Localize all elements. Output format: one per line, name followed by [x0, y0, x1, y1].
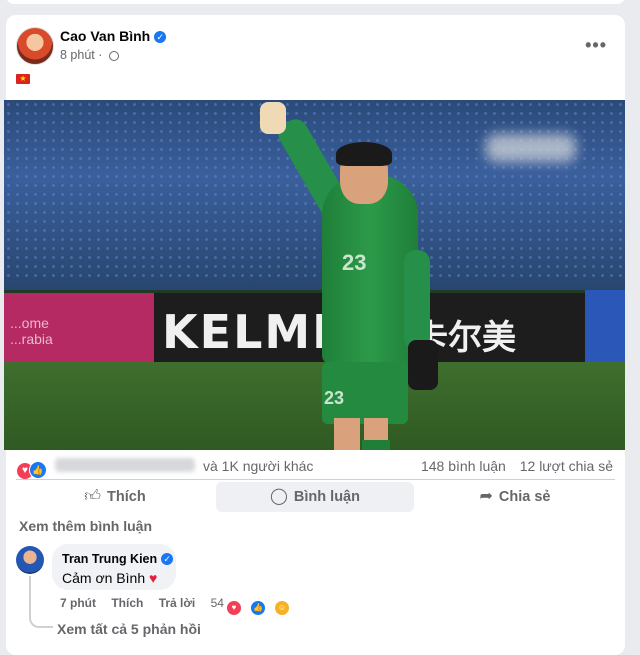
like-reaction-icon[interactable]: 👍 [249, 600, 266, 616]
author-avatar[interactable] [16, 27, 54, 65]
engagement-counts: 148 bình luận 12 lượt chia sẻ [411, 458, 613, 474]
comment-time[interactable]: 7 phút [60, 596, 96, 610]
comment-meta: 7 phút Thích Trả lời 54 ♥ 👍 ☺ [60, 596, 302, 616]
care-reaction-icon[interactable]: ☺ [273, 600, 290, 616]
shares-count[interactable]: 12 lượt chia sẻ [520, 458, 613, 474]
post-time[interactable]: 8 phút [60, 48, 95, 62]
commenter-avatar[interactable] [16, 546, 44, 574]
comment-text: Cảm ơn Bình ♥ [62, 570, 157, 586]
comment-bubble: Tran Trung Kien ✓ Cảm ơn Bình ♥ [52, 544, 176, 590]
share-button-label: Chia sẻ [498, 489, 551, 505]
like-icon: 👍︎ [84, 488, 102, 505]
comment-like-button[interactable]: Thích [111, 596, 143, 610]
post-header: Cao Van Bình ✓ 8 phút · ••• [16, 27, 615, 67]
post-card: Cao Van Bình ✓ 8 phút · ••• ★ ...ome ...ra… [4, 15, 625, 655]
comment-reply-button[interactable]: Trả lời [159, 596, 196, 610]
author-name-text[interactable]: Cao Van Bình [60, 28, 150, 44]
keeper-sock [362, 440, 390, 450]
banner-brand: KELME [162, 305, 346, 359]
keeper-arm [404, 250, 430, 350]
comment-button-label: Bình luận [293, 489, 360, 505]
reactions-others[interactable]: và 1K người khác [203, 458, 313, 474]
more-icon[interactable]: ••• [585, 35, 607, 56]
comment-button[interactable]: ◯ Bình luận [216, 482, 414, 512]
keeper-leg [334, 418, 360, 450]
reactions-bar: ♥ 👍 và 1K người khác 148 bình luận 12 lượ… [16, 457, 615, 480]
reply-thread-line [29, 576, 53, 628]
like-button[interactable]: 👍︎ Thích [16, 482, 214, 512]
share-button[interactable]: ➦ Chia sẻ [416, 482, 614, 512]
keeper-glove-raised [260, 102, 286, 134]
comment-icon: ◯ [270, 488, 288, 505]
comments-count[interactable]: 148 bình luận [421, 458, 506, 474]
commenter-name-text[interactable]: Tran Trung Kien [62, 552, 157, 566]
post-meta: 8 phút · [60, 48, 119, 62]
view-all-replies[interactable]: Xem tất cả 5 phản hồi [57, 621, 201, 637]
post-photo[interactable]: ...ome ...rabia KELME 卡尔美 23 23 [4, 100, 625, 450]
blurred-reactor-name [54, 458, 195, 472]
like-button-label: Thích [107, 489, 146, 505]
comment-reaction-count[interactable]: 54 [211, 596, 224, 610]
verified-icon: ✓ [161, 553, 174, 565]
verified-icon: ✓ [154, 31, 167, 43]
blurred-area [486, 134, 576, 162]
comment-text-body: Cảm ơn Bình [62, 570, 146, 586]
post-actions: 👍︎ Thích ◯ Bình luận ➦ Chia sẻ [16, 479, 615, 512]
pitch [4, 362, 625, 450]
previous-post-card [6, 0, 625, 4]
heart-reaction-icon[interactable]: ♥ [225, 600, 242, 616]
commenter-name[interactable]: Tran Trung Kien ✓ [62, 552, 174, 566]
keeper-hair [336, 142, 392, 166]
keeper-glove [408, 340, 438, 390]
jersey-number: 23 [342, 250, 367, 275]
like-reaction-icon[interactable]: 👍 [29, 461, 47, 479]
share-icon: ➦ [479, 488, 493, 505]
see-more-comments[interactable]: Xem thêm bình luận [19, 518, 152, 534]
flag-emoji: ★ [16, 74, 30, 84]
banner-pink-text: ...ome ...rabia [10, 315, 53, 347]
ad-banner-blue [585, 290, 625, 362]
heart-emoji: ♥ [149, 570, 158, 586]
author-name[interactable]: Cao Van Bình ✓ [60, 28, 167, 44]
globe-icon [108, 51, 119, 61]
shorts-number: 23 [324, 388, 345, 408]
